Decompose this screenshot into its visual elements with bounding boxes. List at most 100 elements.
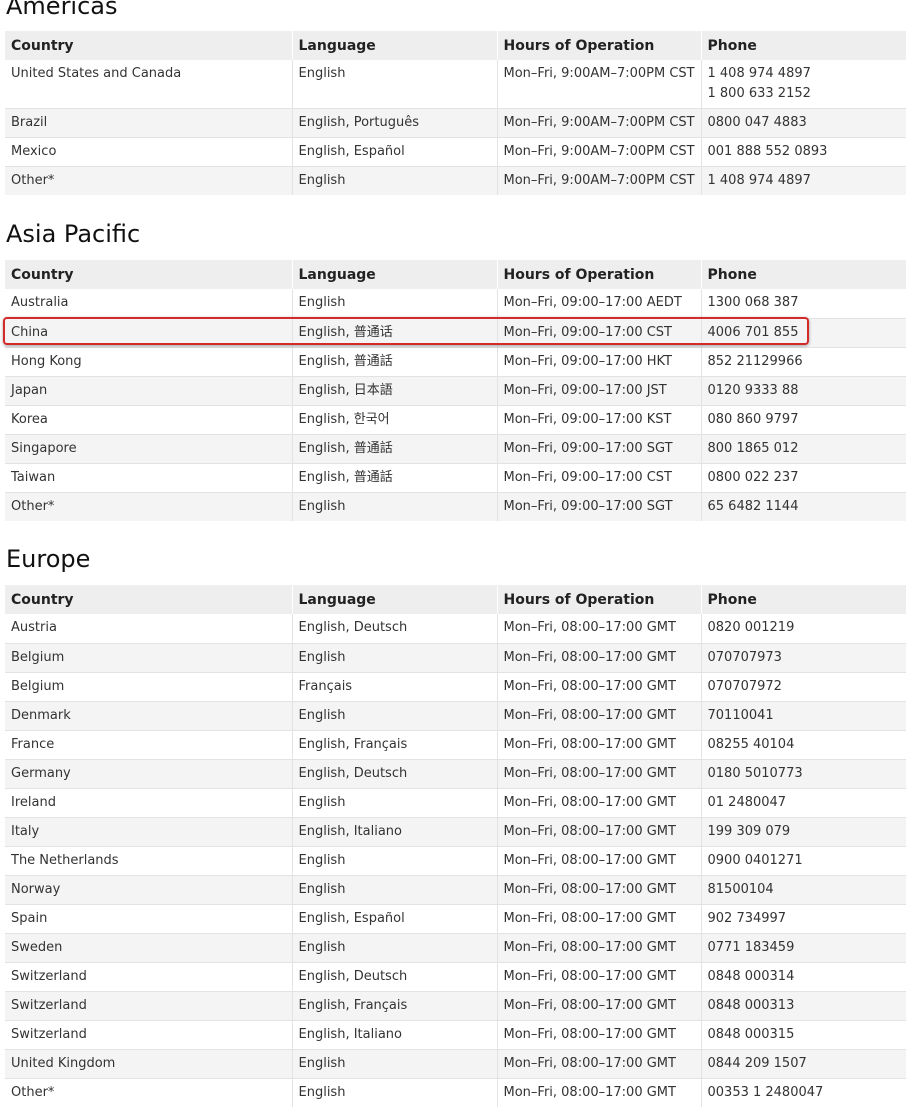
phone-number: 001 888 552 0893 bbox=[707, 143, 828, 159]
phone-number: 0800 022 237 bbox=[707, 469, 799, 485]
cell-hours: Mon–Fri, 08:00–17:00 GMT bbox=[496, 614, 701, 643]
cell-country: Sweden bbox=[5, 932, 292, 962]
table-row: Germany English, Deutsch Mon–Fri, 08:00–17… bbox=[5, 758, 906, 788]
column-header-phone: Phone bbox=[700, 31, 906, 60]
cell-country: Denmark bbox=[5, 700, 292, 730]
table-header-row: Country Language Hours of Operation Phon… bbox=[5, 31, 906, 60]
column-header-language: Language bbox=[291, 260, 497, 289]
cell-hours: Mon–Fri, 08:00–17:00 GMT bbox=[496, 903, 701, 933]
cell-hours: Mon–Fri, 09:00–17:00 HKT bbox=[496, 346, 701, 376]
cell-phone: 81500104 bbox=[700, 874, 906, 904]
cell-language: English, 日本語 bbox=[291, 375, 497, 405]
cell-phone: 0800 047 4883 bbox=[700, 107, 906, 137]
cell-language: English, 普通話 bbox=[291, 346, 497, 376]
column-header-hours: Hours of Operation bbox=[496, 31, 701, 60]
region-heading-americas: Americas bbox=[6, 0, 118, 20]
column-header-country: Country bbox=[5, 585, 292, 614]
cell-country: The Netherlands bbox=[5, 845, 292, 875]
phone-number: 080 860 9797 bbox=[707, 411, 799, 427]
cell-phone: 070707973 bbox=[700, 642, 906, 672]
table-row-highlighted: China English, 普通话 Mon–Fri, 09:00–17:00 CS… bbox=[5, 317, 906, 347]
cell-country: United Kingdom bbox=[5, 1048, 292, 1078]
cell-language: English, Português bbox=[291, 107, 497, 137]
cell-language: English bbox=[291, 874, 497, 904]
cell-country: France bbox=[5, 729, 292, 759]
table-row: Norway English Mon–Fri, 08:00–17:00 GMT 815… bbox=[5, 874, 906, 904]
column-header-country: Country bbox=[5, 31, 292, 60]
cell-phone: 0800 022 237 bbox=[700, 462, 906, 492]
table-row: Japan English, 日本語 Mon–Fri, 09:00–17:00 JS… bbox=[5, 375, 906, 405]
cell-phone: 70110041 bbox=[700, 700, 906, 730]
cell-country: Switzerland bbox=[5, 961, 292, 991]
cell-country: Austria bbox=[11, 620, 57, 636]
cell-country: Korea bbox=[5, 404, 292, 434]
cell-language: English bbox=[291, 642, 497, 672]
cell-hours: Mon–Fri, 09:00–17:00 JST bbox=[496, 375, 701, 405]
cell-hours: Mon–Fri, 09:00–17:00 CST bbox=[496, 317, 701, 347]
cell-language: English, 普通話 bbox=[291, 433, 497, 463]
phone-number: 0120 9333 88 bbox=[707, 382, 799, 398]
region-heading-asia-pacific: Asia Pacific bbox=[6, 220, 141, 248]
phone-number: 800 1865 012 bbox=[707, 440, 799, 456]
table-row: Denmark English Mon–Fri, 08:00–17:00 GMT 70… bbox=[5, 700, 906, 730]
phone-number: 0800 047 4883 bbox=[707, 114, 807, 130]
table-row: Belgium Français Mon–Fri, 08:00–17:00 GMT 0… bbox=[5, 671, 906, 701]
cell-phone: 800 1865 012 bbox=[700, 433, 906, 463]
cell-language: English bbox=[291, 491, 497, 521]
cell-language: English bbox=[291, 1077, 497, 1107]
cell-country: Japan bbox=[5, 375, 292, 405]
cell-phone: 0180 5010773 bbox=[700, 758, 906, 788]
phone-number: 65 6482 1144 bbox=[707, 498, 799, 514]
table-header-row: Country Language Hours of Operation Phon… bbox=[5, 260, 906, 289]
cell-phone: 852 21129966 bbox=[700, 346, 906, 376]
cell-language: English, Français bbox=[291, 990, 497, 1020]
cell-language: English, Español bbox=[291, 136, 497, 166]
region-heading-europe: Europe bbox=[6, 545, 91, 573]
table-row: Other* English Mon–Fri, 09:00–17:00 SGT 65 … bbox=[5, 491, 906, 521]
phone-number: 0844 209 1507 bbox=[707, 1055, 807, 1071]
cell-country: Belgium bbox=[5, 642, 292, 672]
phone-number: 1300 068 387 bbox=[707, 295, 799, 311]
cell-language: English, Deutsch bbox=[291, 961, 497, 991]
cell-hours: Mon–Fri, 08:00–17:00 GMT bbox=[496, 1048, 701, 1078]
table-row: Ireland English Mon–Fri, 08:00–17:00 GMT 01… bbox=[5, 787, 906, 817]
cell-country: Taiwan bbox=[5, 462, 292, 492]
cell-phone: 00353 1 2480047 bbox=[700, 1077, 906, 1107]
cell-phone: 0820 001219 bbox=[700, 614, 906, 643]
cell-phone: 65 6482 1144 bbox=[700, 491, 906, 521]
table-row: Singapore English, 普通話 Mon–Fri, 09:00–17:0… bbox=[5, 433, 906, 463]
cell-hours: Mon–Fri, 08:00–17:00 GMT bbox=[496, 671, 701, 701]
column-header-phone: Phone bbox=[700, 585, 906, 614]
table-row: Switzerland English, Deutsch Mon–Fri, 08:0… bbox=[5, 961, 906, 991]
cell-phone: 902 734997 bbox=[700, 903, 906, 933]
phone-number: 08255 40104 bbox=[707, 736, 795, 752]
phone-number: 00353 1 2480047 bbox=[707, 1084, 824, 1100]
cell-language: English bbox=[291, 845, 497, 875]
column-header-hours: Hours of Operation bbox=[496, 260, 701, 289]
cell-country: Hong Kong bbox=[5, 346, 292, 376]
cell-phone: 199 309 079 bbox=[700, 816, 906, 846]
cell-country: Germany bbox=[5, 758, 292, 788]
cell-hours: Mon–Fri, 08:00–17:00 GMT bbox=[496, 787, 701, 817]
cell-phone: 0844 209 1507 bbox=[700, 1048, 906, 1078]
phone-number: 0848 000313 bbox=[707, 997, 795, 1013]
phone-number: 70110041 bbox=[707, 707, 774, 723]
phone-number: 902 734997 bbox=[707, 910, 787, 926]
table-row: Sweden English Mon–Fri, 08:00–17:00 GMT 077… bbox=[5, 932, 906, 962]
cell-phone: 01 2480047 bbox=[700, 787, 906, 817]
cell-hours: Mon–Fri, 08:00–17:00 GMT bbox=[496, 874, 701, 904]
cell-hours: Mon–Fri, 09:00–17:00 SGT bbox=[496, 491, 701, 521]
cell-phone: 1300 068 387 bbox=[700, 289, 906, 318]
phone-number: 0848 000314 bbox=[707, 968, 795, 984]
phone-number: 4006 701 855 bbox=[707, 324, 799, 340]
cell-phone: 0120 9333 88 bbox=[700, 375, 906, 405]
cell-phone: 1 408 974 4897 bbox=[700, 165, 906, 195]
table-row: Korea English, 한국어 Mon–Fri, 09:00–17:00 KS… bbox=[5, 404, 906, 434]
table-row: Switzerland English, Italiano Mon–Fri, 08:… bbox=[5, 1019, 906, 1049]
cell-language: Français bbox=[291, 671, 497, 701]
phone-number: 01 2480047 bbox=[707, 794, 787, 810]
cell-hours: Mon–Fri, 08:00–17:00 GMT bbox=[496, 758, 701, 788]
cell-language: English, Italiano bbox=[291, 1019, 497, 1049]
phone-number: 0180 5010773 bbox=[707, 765, 803, 781]
table-row: United States and Canada English Mon–Fri, … bbox=[5, 60, 906, 108]
